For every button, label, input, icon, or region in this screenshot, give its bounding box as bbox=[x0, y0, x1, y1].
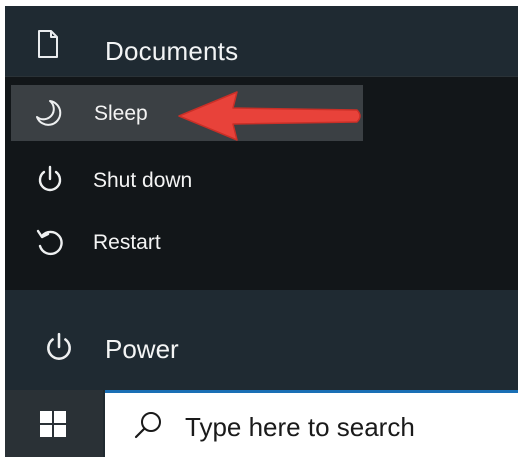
moon-icon bbox=[36, 100, 62, 126]
search-input[interactable]: Type here to search bbox=[105, 390, 518, 457]
start-button[interactable] bbox=[5, 390, 103, 457]
restart-option[interactable]: Restart bbox=[5, 211, 518, 273]
sleep-label: Sleep bbox=[94, 102, 148, 125]
power-icon bbox=[47, 332, 71, 360]
search-icon bbox=[134, 412, 161, 439]
documents-item[interactable]: Documents bbox=[5, 6, 518, 76]
search-placeholder: Type here to search bbox=[185, 412, 415, 442]
documents-label: Documents bbox=[105, 36, 239, 66]
taskbar: Type here to search bbox=[5, 390, 518, 457]
power-button[interactable]: Power bbox=[5, 290, 518, 390]
start-menu: Documents Sleep Shut down Restart Power … bbox=[5, 6, 518, 457]
restart-label: Restart bbox=[93, 231, 161, 254]
power-icon bbox=[38, 165, 62, 192]
shut-down-label: Shut down bbox=[93, 169, 193, 192]
restart-icon bbox=[36, 229, 63, 256]
shut-down-option[interactable]: Shut down bbox=[5, 149, 518, 211]
windows-logo-icon bbox=[40, 411, 66, 437]
document-icon bbox=[38, 30, 58, 58]
power-label: Power bbox=[105, 334, 179, 364]
red-arrow-annotation bbox=[178, 91, 361, 141]
